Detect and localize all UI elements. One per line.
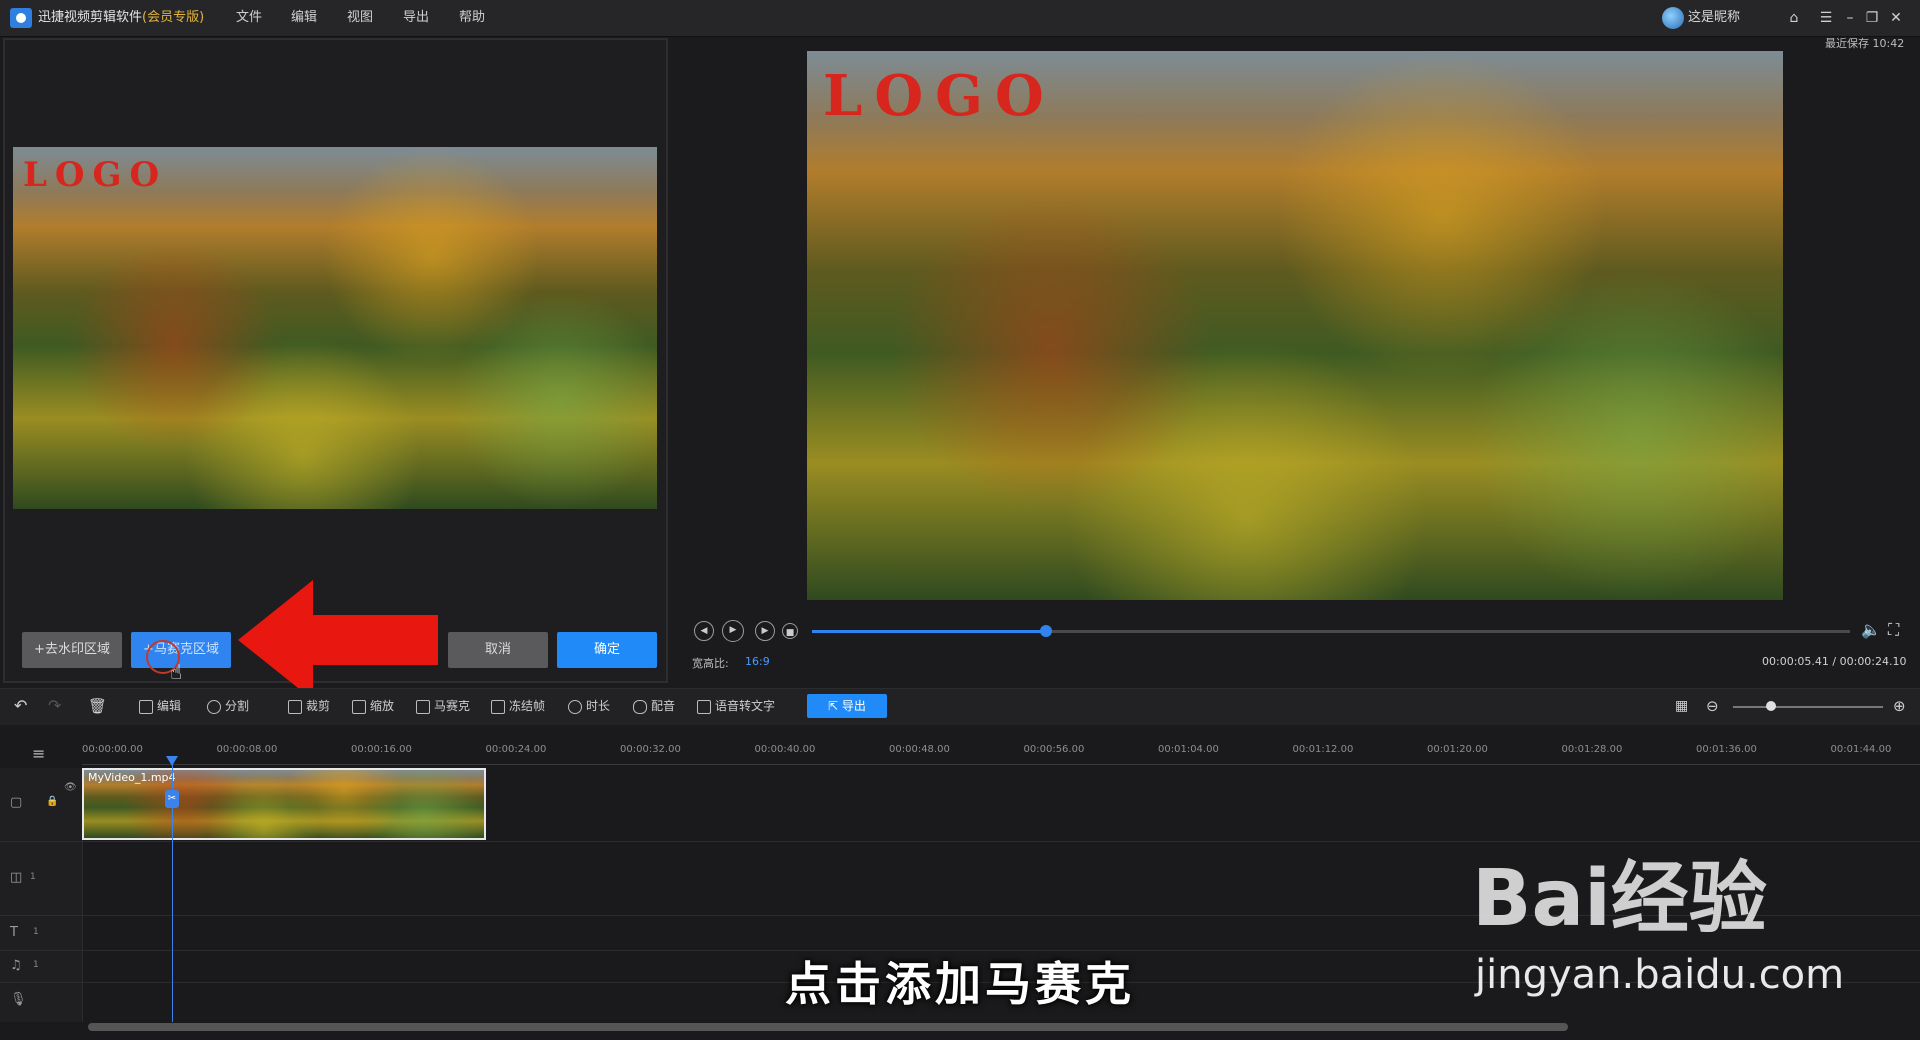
ruler-tick-label: 00:00:56.00 bbox=[1023, 744, 1085, 755]
ruler-tick-label: 00:00:00.00 bbox=[82, 744, 143, 755]
app-name: 迅捷视频剪辑软件 bbox=[38, 10, 143, 25]
ruler-tick-label: 00:00:40.00 bbox=[754, 744, 816, 755]
undo-icon[interactable]: ↶ bbox=[14, 688, 27, 724]
preview-video[interactable]: LOGO bbox=[807, 51, 1783, 600]
menu-icon[interactable]: ☰ bbox=[1816, 8, 1836, 28]
fullscreen-icon[interactable]: ⛶ bbox=[1888, 620, 1899, 640]
ruler-tick-label: 00:01:12.00 bbox=[1292, 744, 1354, 755]
aspect-ratio-label: 宽高比: bbox=[692, 657, 729, 670]
menu-view[interactable]: 视图 bbox=[347, 0, 373, 36]
ruler-tick-label: 00:01:44.00 bbox=[1830, 744, 1892, 755]
overlay-track-count: 1 bbox=[30, 872, 36, 882]
user-name[interactable]: 这是昵称 bbox=[1688, 0, 1740, 36]
baidu-jingyan-logo: Bai经验 bbox=[1472, 854, 1767, 944]
text-track-count: 1 bbox=[33, 927, 39, 937]
export-button[interactable]: ⇱ 导出 bbox=[807, 694, 887, 718]
clip-name: MyVideo_1.mp4 bbox=[88, 771, 176, 784]
timeline-scrollbar[interactable] bbox=[88, 1023, 1568, 1031]
cancel-button[interactable]: 取消 bbox=[448, 632, 548, 668]
tool-speech-to-text[interactable]: 语音转文字 bbox=[697, 688, 775, 724]
freeze-frame-icon bbox=[491, 699, 505, 714]
export-icon: ⇱ bbox=[828, 699, 842, 713]
time-readout: 00:00:05.41 / 00:00:24.10 bbox=[1762, 655, 1907, 668]
timeline-zoom-handle[interactable] bbox=[1765, 701, 1776, 711]
clock-icon bbox=[568, 699, 582, 714]
baidu-watermark-url: jingyan.baidu.com bbox=[1475, 952, 1845, 998]
redo-icon[interactable]: ↷ bbox=[48, 688, 61, 724]
ruler-baseline bbox=[82, 764, 1920, 765]
aspect-ratio-value[interactable]: 16:9 bbox=[745, 655, 770, 668]
ruler-tick-label: 00:00:16.00 bbox=[351, 744, 412, 755]
video-track-icon: ▢ bbox=[10, 795, 23, 810]
menu-help[interactable]: 帮助 bbox=[459, 0, 485, 36]
ruler-tick-label: 00:01:28.00 bbox=[1561, 744, 1623, 755]
app-title: 迅捷视频剪辑软件(会员专版) bbox=[38, 0, 204, 36]
prev-frame-icon[interactable]: ◀ bbox=[694, 621, 714, 641]
overlay-track-icon: ◫ bbox=[10, 870, 23, 885]
total-time: 00:00:24.10 bbox=[1839, 655, 1907, 668]
minimize-icon[interactable]: – bbox=[1840, 8, 1860, 28]
scissors-icon bbox=[207, 699, 221, 714]
tool-duration[interactable]: 时长 bbox=[568, 688, 610, 724]
title-bar bbox=[0, 0, 1920, 37]
lock-icon[interactable]: 🔒 bbox=[46, 796, 62, 812]
ruler-tick-label: 00:00:48.00 bbox=[889, 744, 950, 755]
ruler-tick-label: 00:01:04.00 bbox=[1158, 744, 1219, 755]
menu-edit[interactable]: 编辑 bbox=[291, 0, 317, 36]
home-icon[interactable]: ⌂ bbox=[1784, 8, 1804, 28]
stop-icon[interactable]: ■ bbox=[782, 623, 798, 639]
menu-file[interactable]: 文件 bbox=[236, 0, 262, 36]
zoom-out-icon[interactable]: ⊖ bbox=[1706, 688, 1719, 724]
zoom-in-icon[interactable]: ⊕ bbox=[1893, 688, 1906, 724]
crop-icon bbox=[288, 699, 302, 714]
user-avatar[interactable] bbox=[1662, 7, 1684, 29]
ruler-tick-label: 00:01:20.00 bbox=[1427, 744, 1488, 755]
split-scissor-icon[interactable]: ✂ bbox=[165, 790, 179, 808]
app-edition: (会员专版) bbox=[142, 10, 205, 25]
text-track-icon: T bbox=[10, 925, 18, 940]
ruler-tick-label: 00:00:08.00 bbox=[216, 744, 278, 755]
hand-cursor-icon: ☝ bbox=[170, 660, 183, 684]
delete-icon[interactable]: 🗑 bbox=[88, 688, 107, 724]
add-watermark-removal-button[interactable]: +去水印区域 bbox=[22, 632, 122, 668]
logo-watermark-preview: LOGO bbox=[823, 63, 1056, 129]
next-frame-icon[interactable]: ▶ bbox=[755, 621, 775, 641]
volume-icon[interactable]: 🔈 bbox=[1861, 620, 1881, 639]
ruler-tick-label: 00:00:24.00 bbox=[485, 744, 547, 755]
fit-timeline-icon[interactable]: ▦ bbox=[1675, 688, 1688, 724]
track-list-icon[interactable]: ≡ bbox=[32, 744, 45, 763]
current-time: 00:00:05.41 bbox=[1762, 655, 1829, 668]
tool-zoom[interactable]: 缩放 bbox=[352, 688, 394, 724]
edit-icon bbox=[139, 699, 153, 714]
tool-split[interactable]: 分割 bbox=[207, 688, 249, 724]
tool-crop[interactable]: 裁剪 bbox=[288, 688, 330, 724]
play-icon[interactable]: ▶ bbox=[722, 620, 744, 642]
visibility-icon[interactable]: 👁 bbox=[64, 782, 80, 798]
tool-edit[interactable]: 编辑 bbox=[139, 688, 181, 724]
zoom-tool-icon bbox=[352, 699, 366, 714]
confirm-button[interactable]: 确定 bbox=[557, 632, 657, 668]
red-arrow-annotation bbox=[238, 580, 438, 700]
logo-watermark: LOGO bbox=[23, 155, 168, 195]
ruler-tick-label: 00:01:36.00 bbox=[1696, 744, 1757, 755]
timeline-zoom-slider[interactable] bbox=[1733, 706, 1883, 708]
ruler-tick-label: 00:00:32.00 bbox=[620, 744, 681, 755]
svg-text:Bai经验: Bai经验 bbox=[1472, 854, 1767, 944]
maximize-icon[interactable]: ❐ bbox=[1862, 8, 1882, 28]
editor-video-frame[interactable]: LOGO bbox=[13, 147, 657, 509]
menu-export[interactable]: 导出 bbox=[403, 0, 429, 36]
tool-mosaic[interactable]: 马赛克 bbox=[416, 688, 470, 724]
mosaic-icon bbox=[416, 699, 430, 714]
tool-freeze-frame[interactable]: 冻结帧 bbox=[491, 688, 545, 724]
close-icon[interactable]: ✕ bbox=[1886, 8, 1906, 28]
save-status: 最近保存 10:42 bbox=[1825, 37, 1905, 50]
app-logo-icon bbox=[10, 8, 32, 28]
microphone-icon bbox=[633, 699, 647, 714]
speech-to-text-icon bbox=[697, 699, 711, 714]
progress-fill bbox=[812, 630, 1047, 633]
tool-dubbing[interactable]: 配音 bbox=[633, 688, 675, 724]
